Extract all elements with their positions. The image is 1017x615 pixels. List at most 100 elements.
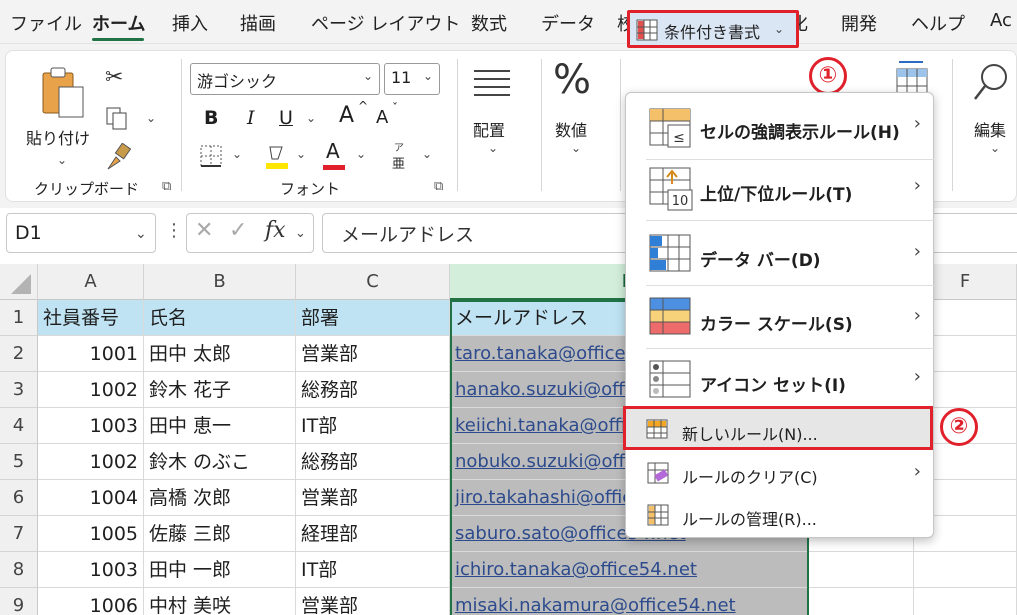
submenu-arrow-icon: › [913, 366, 921, 387]
cell-a[interactable]: 1006 [38, 588, 144, 615]
tab-file[interactable]: ファイル [10, 10, 82, 36]
tab-help[interactable]: ヘルプ [911, 10, 965, 36]
cell-b[interactable]: 田中 一郎 [144, 552, 296, 588]
cell-b[interactable]: 高橋 次郎 [144, 480, 296, 516]
cancel-icon[interactable]: ✕ [195, 218, 213, 243]
name-box[interactable]: D1 ⌄ [6, 213, 156, 253]
tab-page-layout[interactable]: ページ レイアウト [311, 10, 460, 36]
header-cell-a[interactable]: 社員番号 [38, 300, 144, 336]
menu-item-clear-rules[interactable]: ルールのクリア(C) › [626, 455, 933, 493]
cell-c[interactable]: 総務部 [296, 444, 450, 480]
menu-item-top-bottom-rules[interactable]: 10 上位/下位ルール(T) › [626, 160, 933, 220]
cell-b[interactable]: 鈴木 花子 [144, 372, 296, 408]
cell-b[interactable]: 田中 恵一 [144, 408, 296, 444]
column-header-c[interactable]: C [296, 264, 450, 300]
menu-item-highlight-rules[interactable]: ≤ セルの強調表示ルール(H) › [626, 95, 933, 159]
borders-dropdown-icon[interactable]: ⌄ [232, 147, 242, 161]
font-launcher-icon[interactable]: ⧉ [434, 179, 443, 194]
name-box-value: D1 [15, 222, 42, 244]
menu-item-manage-rules[interactable]: ルールの管理(R)... [626, 495, 933, 535]
menu-item-data-bars[interactable]: データ バー(D) › [626, 221, 933, 285]
phonetic-dropdown-icon[interactable]: ⌄ [422, 147, 432, 161]
font-name-select[interactable]: 游ゴシック ⌄ [190, 63, 380, 95]
column-header-b[interactable]: B [144, 264, 296, 300]
tab-draw[interactable]: 描画 [240, 10, 276, 36]
conditional-formatting-button[interactable]: 条件付き書式 ⌄ [627, 10, 799, 48]
borders-icon[interactable] [198, 143, 224, 169]
cell-a[interactable]: 1004 [38, 480, 144, 516]
insert-function-button[interactable]: fx [265, 218, 286, 243]
enter-icon[interactable]: ✓ [229, 218, 247, 243]
tab-acrobat[interactable]: Ac [990, 10, 1012, 31]
function-dropdown-icon[interactable]: ⌄ [295, 226, 306, 241]
copy-icon[interactable] [104, 105, 130, 131]
menu-item-new-rule[interactable]: 新しいルール(N)... [623, 406, 933, 450]
cell-b[interactable]: 田中 太郎 [144, 336, 296, 372]
shrink-font-button[interactable]: A [376, 107, 388, 128]
cell-c[interactable]: 営業部 [296, 588, 450, 615]
cell-f[interactable] [914, 588, 1017, 615]
cell-a[interactable]: 1001 [38, 336, 144, 372]
formula-bar-options-icon[interactable]: ⋮ [165, 220, 183, 241]
column-header-a[interactable]: A [38, 264, 144, 300]
tab-developer[interactable]: 開発 [841, 10, 877, 36]
bold-button[interactable]: B [204, 107, 218, 129]
cell-b[interactable]: 中村 美咲 [144, 588, 296, 615]
cell-a[interactable]: 1002 [38, 444, 144, 480]
fill-color-dropdown-icon[interactable]: ⌄ [296, 147, 306, 161]
tab-insert[interactable]: 挿入 [172, 10, 208, 36]
row-header[interactable]: 6 [0, 480, 38, 516]
menu-item-color-scales[interactable]: カラー スケール(S) › [626, 286, 933, 348]
cell-c[interactable]: 経理部 [296, 516, 450, 552]
header-cell-b[interactable]: 氏名 [144, 300, 296, 336]
cell-a[interactable]: 1003 [38, 552, 144, 588]
cell-b[interactable]: 佐藤 三郎 [144, 516, 296, 552]
number-format-button[interactable]: % 数値 ⌄ [551, 57, 611, 171]
clipboard-launcher-icon[interactable]: ⧉ [162, 179, 171, 194]
font-size-select[interactable]: 11 ⌄ [384, 63, 440, 95]
tab-data[interactable]: データ [541, 10, 595, 36]
cell-c[interactable]: IT部 [296, 408, 450, 444]
font-color-button[interactable]: A [326, 139, 340, 163]
cell-b[interactable]: 鈴木 のぶこ [144, 444, 296, 480]
row-header[interactable]: 3 [0, 372, 38, 408]
cell-f[interactable] [914, 552, 1017, 588]
copy-dropdown-icon[interactable]: ⌄ [146, 111, 156, 125]
header-cell-c[interactable]: 部署 [296, 300, 450, 336]
row-header[interactable]: 4 [0, 408, 38, 444]
row-header[interactable]: 5 [0, 444, 38, 480]
paste-dropdown-icon[interactable]: ⌄ [57, 153, 67, 167]
cell-e[interactable] [808, 588, 914, 615]
cell-a[interactable]: 1003 [38, 408, 144, 444]
underline-dropdown-icon[interactable]: ⌄ [306, 111, 316, 125]
cell-c[interactable]: 営業部 [296, 336, 450, 372]
cell-a[interactable]: 1002 [38, 372, 144, 408]
grow-font-button[interactable]: A [339, 103, 354, 128]
alignment-button[interactable]: 配置 ⌄ [468, 61, 528, 171]
cell-d[interactable]: misaki.nakamura@office54.net [450, 588, 808, 615]
phonetic-guide-button[interactable]: ア 亜 [390, 139, 410, 173]
cut-icon[interactable]: ✂ [105, 65, 123, 90]
paste-button[interactable]: 貼り付け ⌄ [26, 61, 101, 191]
cell-c[interactable]: IT部 [296, 552, 450, 588]
cell-a[interactable]: 1005 [38, 516, 144, 552]
menu-item-icon-sets[interactable]: アイコン セット(I) › [626, 349, 933, 409]
row-header[interactable]: 1 [0, 300, 38, 336]
cell-e[interactable] [808, 552, 914, 588]
italic-button[interactable]: I [247, 107, 255, 129]
fill-color-icon[interactable] [262, 141, 292, 171]
tab-home[interactable]: ホーム [92, 10, 145, 36]
cell-c[interactable]: 営業部 [296, 480, 450, 516]
cell-d[interactable]: ichiro.tanaka@office54.net [450, 552, 808, 588]
row-header[interactable]: 8 [0, 552, 38, 588]
underline-button[interactable]: U [279, 107, 293, 129]
tab-formulas[interactable]: 数式 [471, 10, 507, 36]
row-header[interactable]: 2 [0, 336, 38, 372]
cell-c[interactable]: 総務部 [296, 372, 450, 408]
row-header[interactable]: 9 [0, 588, 38, 615]
editing-button[interactable]: 編集 ⌄ [968, 59, 1016, 169]
row-header[interactable]: 7 [0, 516, 38, 552]
select-all-corner[interactable] [0, 264, 38, 300]
format-painter-icon[interactable] [104, 143, 132, 171]
font-color-dropdown-icon[interactable]: ⌄ [356, 147, 366, 161]
